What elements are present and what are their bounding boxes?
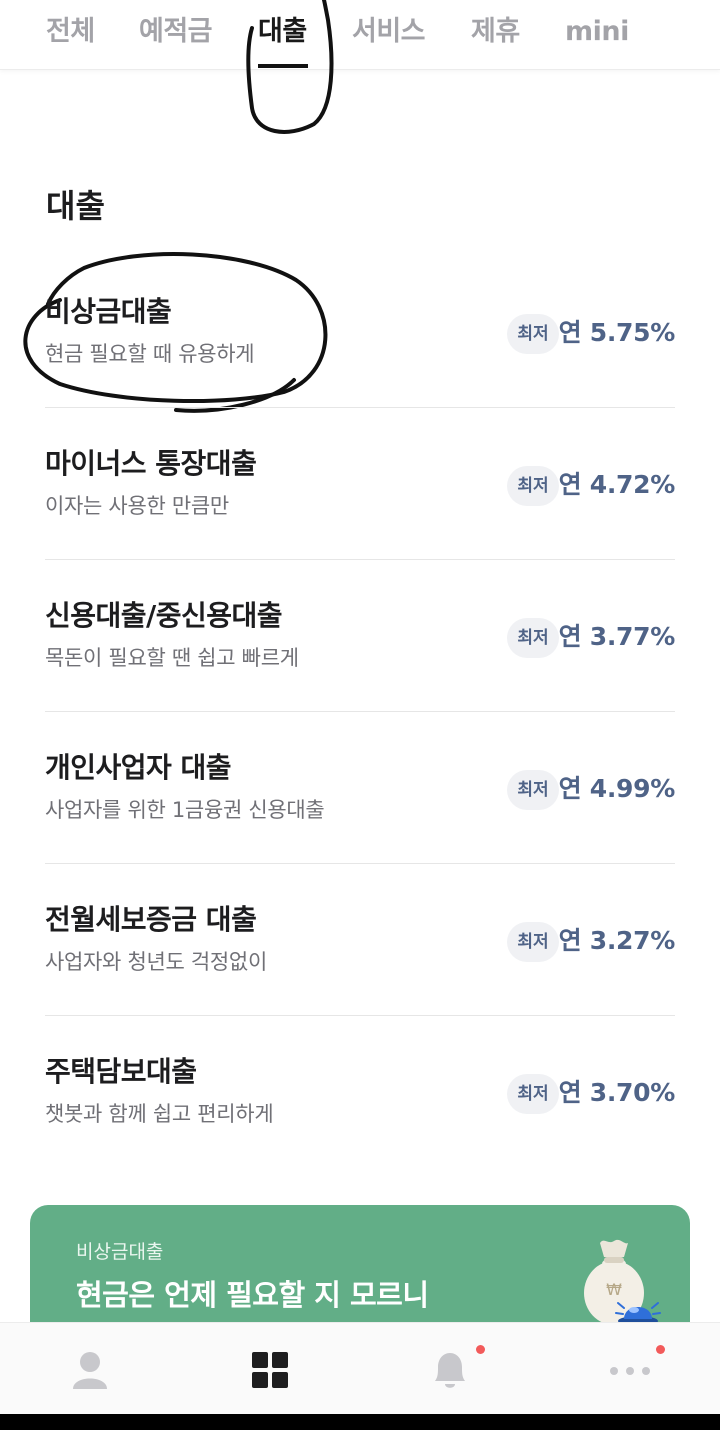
loan-description: 이자는 사용한 만큼만 xyxy=(45,494,229,518)
tab-loans[interactable]: 대출 xyxy=(258,14,307,50)
loan-list: 비상금대출 현금 필요할 때 유용하게 최저 연 5.75% 마이너스 통장대출… xyxy=(45,256,675,1168)
notification-badge xyxy=(656,1345,665,1354)
loan-name: 신용대출/중신용대출 xyxy=(45,599,283,632)
won-sign: ₩ xyxy=(606,1280,622,1299)
nav-notifications-button[interactable] xyxy=(420,1341,485,1401)
loan-description: 사업자를 위한 1금융권 신용대출 xyxy=(45,798,325,822)
money-bag-icon: ₩ xyxy=(584,1239,661,1326)
lowest-rate-badge: 최저 xyxy=(507,770,559,810)
loan-name: 전월세보증금 대출 xyxy=(45,903,257,936)
tab-all[interactable]: 전체 xyxy=(46,14,95,50)
bell-icon xyxy=(435,1353,465,1388)
tab-mini[interactable]: mini xyxy=(565,14,629,50)
loan-name: 마이너스 통장대출 xyxy=(45,447,257,480)
lowest-rate-badge: 최저 xyxy=(507,618,559,658)
lowest-rate-badge: 최저 xyxy=(507,1074,559,1114)
loan-rate: 연 5.75% xyxy=(558,318,676,347)
lowest-rate-badge: 최저 xyxy=(507,466,559,506)
loan-item-emergency[interactable]: 비상금대출 현금 필요할 때 유용하게 최저 연 5.75% xyxy=(45,256,675,408)
loan-description: 현금 필요할 때 유용하게 xyxy=(45,342,255,366)
loan-item-minus-account[interactable]: 마이너스 통장대출 이자는 사용한 만큼만 최저 연 4.72% xyxy=(45,408,675,560)
notification-badge xyxy=(476,1345,485,1354)
loan-rate: 연 4.72% xyxy=(558,470,676,499)
lowest-rate-badge: 최저 xyxy=(507,922,559,962)
loan-item-mortgage[interactable]: 주택담보대출 챗봇과 함께 쉽고 편리하게 최저 연 3.70% xyxy=(45,1016,675,1168)
lowest-rate-badge: 최저 xyxy=(507,314,559,354)
loan-rate: 연 3.27% xyxy=(558,926,676,955)
nav-home-button[interactable] xyxy=(240,1341,300,1401)
loan-rate: 연 3.77% xyxy=(558,622,676,651)
loan-item-credit[interactable]: 신용대출/중신용대출 목돈이 필요할 땐 쉽고 빠르게 최저 연 3.77% xyxy=(45,560,675,712)
loan-description: 목돈이 필요할 땐 쉽고 빠르게 xyxy=(45,646,299,670)
section-title: 대출 xyxy=(46,187,105,225)
profile-icon xyxy=(73,1352,107,1389)
promo-title: 현금은 언제 필요할 지 모르니 xyxy=(76,1278,429,1312)
nav-more-button[interactable] xyxy=(600,1341,665,1401)
tab-deposits[interactable]: 예적금 xyxy=(139,14,213,50)
loan-rate: 연 3.70% xyxy=(558,1078,676,1107)
loan-name: 주택담보대출 xyxy=(45,1055,197,1088)
grid-icon xyxy=(252,1352,288,1388)
active-tab-indicator xyxy=(258,64,308,68)
system-navigation-bar xyxy=(0,1414,720,1430)
loan-description: 챗봇과 함께 쉽고 편리하게 xyxy=(45,1102,274,1126)
category-tab-bar: 전체 예적금 대출 서비스 제휴 mini xyxy=(0,0,720,70)
tab-partnerships[interactable]: 제휴 xyxy=(471,14,520,50)
loan-rate: 연 4.99% xyxy=(558,774,676,803)
bottom-nav xyxy=(0,1322,720,1414)
loan-description: 사업자와 청년도 걱정없이 xyxy=(45,950,267,974)
loan-name: 비상금대출 xyxy=(45,295,172,328)
nav-profile-button[interactable] xyxy=(60,1341,120,1401)
more-icon xyxy=(610,1367,650,1375)
promo-kicker: 비상금대출 xyxy=(76,1241,164,1263)
loan-item-jeonse-deposit[interactable]: 전월세보증금 대출 사업자와 청년도 걱정없이 최저 연 3.27% xyxy=(45,864,675,1016)
loan-item-business[interactable]: 개인사업자 대출 사업자를 위한 1금융권 신용대출 최저 연 4.99% xyxy=(45,712,675,864)
tab-services[interactable]: 서비스 xyxy=(352,14,426,50)
loan-name: 개인사업자 대출 xyxy=(45,751,232,784)
